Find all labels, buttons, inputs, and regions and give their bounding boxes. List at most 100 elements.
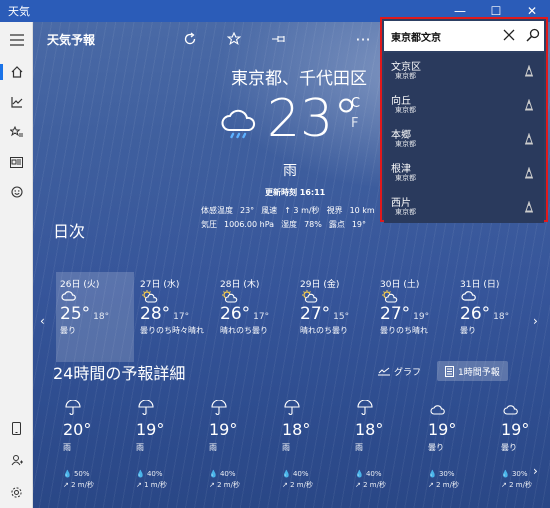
search-input-value: 東京都文京 — [391, 33, 441, 44]
hour-column: 19° 曇り 💧 30% ↗ 2 m/秒 — [428, 400, 498, 490]
fahrenheit-toggle[interactable]: F — [351, 116, 358, 131]
refresh-icon[interactable] — [176, 28, 204, 50]
umbrella-icon — [357, 399, 373, 420]
hour-wind-value: 2 m/秒 — [509, 481, 532, 489]
landmark-icon — [524, 130, 534, 149]
day-card[interactable]: 30日 (土) 27° 19° 曇りのち晴れ — [376, 272, 454, 362]
suggestion-region: 東京都 — [395, 106, 416, 114]
day-low: 18° — [493, 312, 510, 322]
hour-precip-value: 40% — [146, 470, 163, 478]
hour-column: 19° 雨 💧 40% ↗ 1 m/秒 — [136, 399, 206, 490]
day-condition: 曇り — [460, 326, 476, 335]
day-low: 18° — [93, 312, 110, 322]
detail-label: 気圧 — [201, 220, 217, 229]
phone-icon[interactable] — [0, 414, 33, 442]
suggestion-item[interactable]: 文京区 東京都 — [384, 53, 544, 87]
hour-condition: 雨 — [355, 443, 363, 452]
detail-value: 1006.00 hPa — [224, 220, 275, 229]
day-card[interactable]: 26日 (火) 25° 18° 曇り — [56, 272, 134, 362]
detail-value: 23° — [240, 206, 255, 215]
daily-prev-arrow[interactable]: ‹ — [40, 314, 45, 328]
historical-weather-icon[interactable] — [0, 88, 33, 116]
day-high: 27° — [380, 304, 411, 324]
hour-temp: 18° — [282, 420, 311, 439]
celsius-toggle[interactable]: C — [351, 96, 360, 111]
account-icon[interactable] — [0, 446, 33, 474]
partly-sunny-icon — [221, 290, 238, 306]
day-low: 17° — [253, 312, 270, 322]
hour-condition: 雨 — [282, 443, 290, 452]
graph-icon — [378, 367, 390, 375]
day-card[interactable]: 28日 (木) 26° 17° 晴れのち曇り — [216, 272, 294, 362]
day-date: 29日 (金) — [300, 280, 340, 290]
day-condition: 曇り — [60, 326, 76, 335]
search-input[interactable]: 東京都文京 — [384, 21, 544, 51]
landmark-icon — [524, 62, 534, 81]
suggestion-item[interactable]: 根津 東京都 — [384, 155, 544, 189]
suggestion-item[interactable]: 本郷 東京都 — [384, 121, 544, 155]
day-low: 15° — [333, 312, 350, 322]
detail-value: 19° — [351, 220, 367, 229]
hour-wind: ↗ 2 m/秒 — [282, 481, 313, 489]
more-options-button[interactable]: ··· — [349, 28, 377, 50]
hour-precip: 💧 40% — [209, 470, 236, 478]
settings-icon[interactable] — [0, 478, 33, 506]
hour-precip-value: 50% — [73, 470, 90, 478]
search-icon[interactable] — [526, 27, 542, 43]
umbrella-icon — [284, 399, 300, 420]
landmark-icon — [524, 164, 534, 183]
suggestion-region: 東京都 — [395, 72, 416, 80]
hour-wind: ↗ 2 m/秒 — [63, 481, 94, 489]
suggestion-region: 東京都 — [395, 140, 416, 148]
home-icon[interactable] — [0, 58, 33, 86]
detail-value: ↑ 3 m/秒 — [284, 206, 320, 215]
hour-wind-value: 2 m/秒 — [290, 481, 313, 489]
day-date: 31日 (日) — [460, 280, 500, 290]
hour-column: 19° 曇り 💧 30% ↗ 2 m/秒 — [501, 400, 550, 490]
dark-mode-icon[interactable] — [310, 28, 338, 50]
day-card[interactable]: 31日 (日) 26° 18° 曇り — [456, 272, 534, 362]
day-date: 27日 (水) — [140, 280, 180, 290]
day-card[interactable]: 27日 (水) 28° 17° 曇りのち時々晴れ — [136, 272, 214, 362]
hour-condition: 雨 — [136, 443, 144, 452]
hour-column: 18° 雨 💧 40% ↗ 2 m/秒 — [355, 399, 425, 490]
hamburger-menu-icon[interactable] — [0, 26, 33, 54]
hour-condition: 曇り — [428, 443, 444, 452]
suggestion-item[interactable]: 西片 東京都 — [384, 189, 544, 223]
favorite-star-icon[interactable] — [220, 28, 248, 50]
hour-wind: ↗ 1 m/秒 — [136, 481, 167, 489]
hour-precip-value: 40% — [365, 470, 382, 478]
day-low: 19° — [413, 312, 430, 322]
hour-wind-value: 2 m/秒 — [436, 481, 459, 489]
clear-search-icon[interactable] — [502, 27, 518, 43]
graph-button[interactable]: グラフ — [370, 361, 429, 381]
hourly-forecast-button[interactable]: 1時間予報 — [437, 361, 508, 381]
suggestion-region: 東京都 — [395, 174, 416, 182]
hour-wind: ↗ 2 m/秒 — [209, 481, 240, 489]
news-icon[interactable] — [0, 148, 33, 176]
pin-icon[interactable] — [266, 28, 294, 50]
hour-precip-value: 40% — [292, 470, 309, 478]
hour-condition: 雨 — [63, 443, 71, 452]
day-high: 26° — [220, 304, 251, 324]
hour-condition: 雨 — [209, 443, 217, 452]
hour-wind: ↗ 2 m/秒 — [355, 481, 386, 489]
search-panel: 東京都文京 文京区 東京都 向丘 東京都 本郷 東京都 根津 東京都 西片 東京… — [380, 17, 548, 223]
detail-label: 体感温度 — [201, 206, 233, 215]
day-condition: 晴れのち曇り — [300, 326, 348, 335]
hour-precip: 💧 30% — [428, 470, 455, 478]
nav-rail — [0, 22, 33, 508]
day-card[interactable]: 29日 (金) 27° 15° 晴れのち曇り — [296, 272, 374, 362]
suggestion-item[interactable]: 向丘 東京都 — [384, 87, 544, 121]
day-date: 26日 (火) — [60, 280, 100, 290]
feedback-icon[interactable] — [0, 178, 33, 206]
suggestion-region: 東京都 — [395, 208, 416, 216]
landmark-icon — [524, 198, 534, 217]
favorites-icon[interactable] — [0, 118, 33, 146]
hour-precip: 💧 50% — [63, 470, 90, 478]
landmark-icon — [524, 96, 534, 115]
hourly-heading: 24時間の予報詳細 — [53, 364, 186, 383]
current-temperature: 23° — [267, 89, 360, 149]
day-high: 27° — [300, 304, 331, 324]
detail-label: 露点 — [328, 220, 345, 229]
